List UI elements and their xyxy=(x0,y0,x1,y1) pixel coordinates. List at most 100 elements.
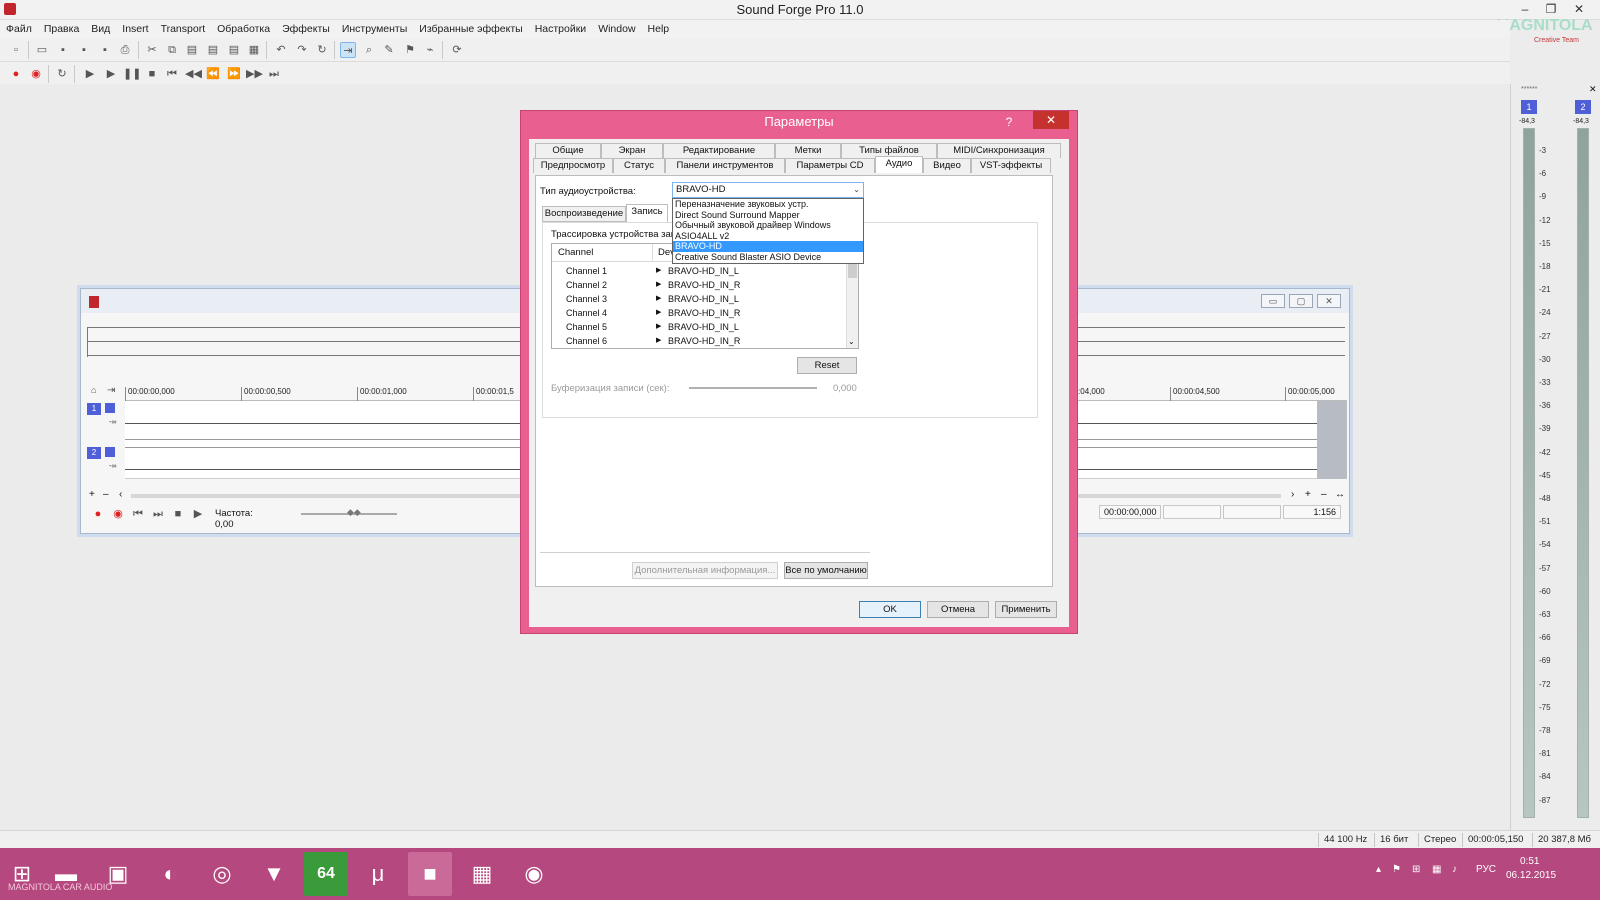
list-row[interactable]: Channel 6 ▶ BRAVO-HD_IN_R xyxy=(552,334,858,348)
language-indicator[interactable]: РУС xyxy=(1476,864,1496,875)
zoom-out-icon[interactable]: – xyxy=(103,489,109,500)
zoom-out-right-icon[interactable]: – xyxy=(1321,489,1327,500)
redo-icon[interactable]: ↷ xyxy=(294,42,310,58)
paste-special-icon[interactable]: ▤ xyxy=(205,42,221,58)
more-info-button[interactable]: Дополнительная информация... xyxy=(632,562,778,579)
cancel-button[interactable]: Отмена xyxy=(927,601,989,618)
scrollbar-thumb[interactable] xyxy=(848,264,857,278)
fox-app-icon[interactable]: ▼ xyxy=(252,852,296,896)
forward-fast-icon[interactable]: ▶▶ xyxy=(246,66,263,82)
tab-general[interactable]: Общие xyxy=(535,143,601,158)
menu-effects[interactable]: Эффекты xyxy=(276,20,336,38)
meters-close-icon[interactable]: ✕ xyxy=(1589,84,1597,95)
go-to-end-icon[interactable]: ⏭ xyxy=(151,507,165,521)
save-icon[interactable]: ▪ xyxy=(55,42,71,58)
pause-icon[interactable]: ❚❚ xyxy=(123,66,141,82)
tab-status[interactable]: Статус xyxy=(613,158,665,173)
go-to-end-icon[interactable]: ⏭ xyxy=(266,66,282,82)
list-row[interactable]: Channel 2 ▶ BRAVO-HD_IN_R xyxy=(552,278,858,292)
mix-icon[interactable]: ▤ xyxy=(226,42,242,58)
tab-editing[interactable]: Редактирование xyxy=(663,143,775,158)
go-to-start-icon[interactable]: ⏮ xyxy=(131,507,145,521)
menu-process[interactable]: Обработка xyxy=(211,20,276,38)
undo-icon[interactable]: ↶ xyxy=(273,42,289,58)
device-type-combo[interactable]: BRAVO-HD ⌄ xyxy=(672,182,864,198)
device-option-selected[interactable]: BRAVO-HD xyxy=(673,241,863,252)
list-row[interactable]: Channel 3 ▶ BRAVO-HD_IN_L xyxy=(552,292,858,306)
list-row[interactable]: Channel 4 ▶ BRAVO-HD_IN_R xyxy=(552,306,858,320)
snap-icon[interactable]: ⇥ xyxy=(107,385,115,396)
sound-forge-icon[interactable]: ■ xyxy=(408,852,452,896)
print-icon[interactable]: ⎙ xyxy=(117,42,133,58)
expand-arrow-icon[interactable]: ▶ xyxy=(656,320,661,334)
tab-cd-settings[interactable]: Параметры CD xyxy=(785,158,875,173)
record-arm-icon[interactable]: ◉ xyxy=(111,507,125,521)
device-option[interactable]: Обычный звуковой драйвер Windows xyxy=(673,220,863,231)
expand-arrow-icon[interactable]: ▶ xyxy=(656,278,661,292)
data-window-maximize-button[interactable]: ▢ xyxy=(1289,294,1313,308)
menu-insert[interactable]: Insert xyxy=(116,20,154,38)
expand-arrow-icon[interactable]: ▶ xyxy=(656,306,661,320)
menu-tools[interactable]: Инструменты xyxy=(336,20,413,38)
tab-audio[interactable]: Аудио xyxy=(875,156,923,173)
aida64-icon[interactable]: 64 xyxy=(304,852,348,896)
open-folder-icon[interactable]: ▭ xyxy=(34,42,50,58)
browser-icon[interactable]: ◎ xyxy=(200,852,244,896)
go-to-start-icon[interactable]: ⏮ xyxy=(164,66,180,82)
trim-icon[interactable]: ▦ xyxy=(246,42,262,58)
windows-tray-icon[interactable]: ⊞ xyxy=(1412,864,1420,875)
rewind-fast-icon[interactable]: ⏪ xyxy=(205,66,221,82)
forward-icon[interactable]: ⏩ xyxy=(226,66,242,82)
reset-button[interactable]: Reset xyxy=(797,357,857,374)
zoom-fit-icon[interactable]: ↔ xyxy=(1335,489,1345,500)
buffer-slider[interactable] xyxy=(689,387,817,389)
play-all-icon[interactable]: ▶ xyxy=(82,66,98,82)
clock-time[interactable]: 0:51 xyxy=(1520,856,1539,867)
edit-tool-icon[interactable]: ⇥ xyxy=(340,42,356,58)
expand-arrow-icon[interactable]: ▶ xyxy=(656,334,661,348)
menu-favorites[interactable]: Избранные эффекты xyxy=(413,20,528,38)
expand-arrow-icon[interactable]: ▶ xyxy=(656,292,661,306)
device-option[interactable]: Direct Sound Surround Mapper xyxy=(673,210,863,221)
play-icon[interactable]: ▶ xyxy=(103,66,119,82)
play-icon[interactable]: ▶ xyxy=(191,507,205,521)
magnify-tool-icon[interactable]: ⌕ xyxy=(361,42,377,58)
help-button[interactable]: ? xyxy=(1001,114,1017,130)
cut-icon[interactable]: ✂ xyxy=(144,42,160,58)
list-row[interactable]: Channel 5 ▶ BRAVO-HD_IN_L xyxy=(552,320,858,334)
repeat-icon[interactable]: ↻ xyxy=(314,42,330,58)
meter-channel-1-badge[interactable]: 1 xyxy=(1521,100,1537,114)
all-defaults-button[interactable]: Все по умолчанию xyxy=(784,562,868,579)
lock-icon[interactable]: ⌂ xyxy=(91,385,96,395)
frequency-slider-thumb[interactable]: ◆◆ xyxy=(347,507,361,518)
tab-toolbars[interactable]: Панели инструментов xyxy=(665,158,785,173)
paste-icon[interactable]: ▤ xyxy=(184,42,200,58)
menu-transport[interactable]: Transport xyxy=(155,20,212,38)
menu-file[interactable]: Файл xyxy=(0,20,38,38)
record-arm-icon[interactable]: ◉ xyxy=(28,66,44,82)
loop-icon[interactable]: ↻ xyxy=(54,66,70,82)
clock-date[interactable]: 06.12.2015 xyxy=(1506,870,1556,881)
tab-video[interactable]: Видео xyxy=(923,158,971,173)
channel-1-badge[interactable]: 1 xyxy=(87,403,101,415)
channel-1-minimize-icon[interactable] xyxy=(105,403,115,413)
menu-help[interactable]: Help xyxy=(642,20,676,38)
save-as-icon[interactable]: ▪ xyxy=(76,42,92,58)
subtab-record[interactable]: Запись xyxy=(626,204,668,222)
disc-icon[interactable]: ◉ xyxy=(512,852,556,896)
envelope-tool-icon[interactable]: ⌁ xyxy=(422,42,438,58)
menu-view[interactable]: Вид xyxy=(85,20,116,38)
menu-edit[interactable]: Правка xyxy=(38,20,85,38)
copy-icon[interactable]: ⧉ xyxy=(164,42,180,58)
tab-midi-sync[interactable]: MIDI/Синхронизация xyxy=(937,143,1061,158)
scroll-left-icon[interactable]: ‹ xyxy=(119,489,122,500)
dialog-close-button[interactable]: ✕ xyxy=(1033,111,1069,129)
meter-channel-2-badge[interactable]: 2 xyxy=(1575,100,1591,114)
flag-icon[interactable]: ⚑ xyxy=(1392,864,1401,875)
subtab-playback[interactable]: Воспроизведение xyxy=(542,206,626,222)
rewind-icon[interactable]: ◀◀ xyxy=(185,66,202,82)
tab-vst-effects[interactable]: VST-эффекты xyxy=(971,158,1051,173)
firefox-icon[interactable]: ◐ xyxy=(148,852,192,896)
channel-2-minimize-icon[interactable] xyxy=(105,447,115,457)
tray-chevron-icon[interactable]: ▴ xyxy=(1376,864,1381,875)
